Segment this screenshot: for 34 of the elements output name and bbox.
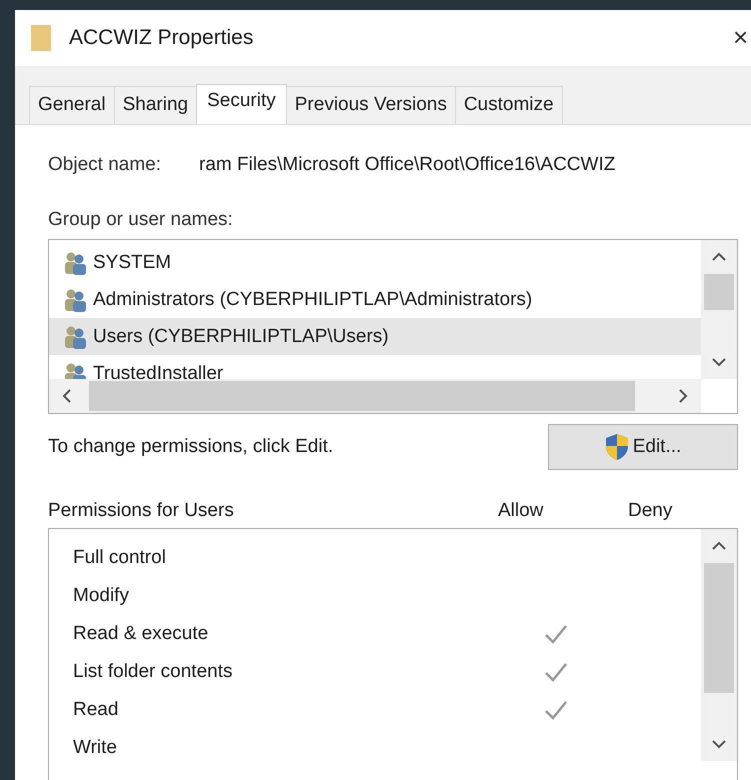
permission-name: Read & execute bbox=[73, 623, 210, 645]
permission-name: Read bbox=[73, 699, 120, 721]
users-icon bbox=[63, 286, 89, 312]
change-hint: To change permissions, click Edit. bbox=[48, 436, 334, 458]
permission-name: Full control bbox=[73, 547, 167, 569]
scrollbar-thumb[interactable] bbox=[704, 274, 734, 310]
edit-button[interactable]: Edit... bbox=[548, 424, 738, 470]
horizontal-scrollbar[interactable] bbox=[49, 379, 701, 413]
allow-header: Allow bbox=[498, 500, 544, 522]
permission-name: Modify bbox=[73, 585, 130, 607]
shield-icon bbox=[604, 433, 629, 461]
scrollbar-thumb[interactable] bbox=[704, 563, 734, 693]
scrollbar-thumb[interactable] bbox=[89, 381, 635, 411]
permissions-label: Permissions for Users bbox=[48, 500, 235, 522]
window-title: ACCWIZ Properties bbox=[69, 26, 254, 50]
close-button[interactable]: × bbox=[733, 22, 748, 53]
tab[interactable]: General bbox=[29, 86, 115, 124]
tab[interactable]: Previous Versions bbox=[286, 86, 456, 124]
folder-icon bbox=[31, 23, 51, 53]
deny-header: Deny bbox=[628, 500, 674, 522]
vertical-scrollbar[interactable] bbox=[701, 240, 737, 379]
tab[interactable]: Customize bbox=[454, 86, 563, 124]
object-name-value: ram Files\Microsoft Office\Root\Office16\ACCWIZ bbox=[199, 154, 616, 176]
group-list-label: Group or user names: bbox=[48, 209, 233, 230]
permission-name: Write bbox=[73, 737, 118, 759]
users-icon bbox=[63, 324, 89, 350]
user-list-item[interactable]: SYSTEM bbox=[49, 244, 701, 281]
user-list-item[interactable]: Users (CYBERPHILIPTLAP\Users) bbox=[49, 318, 701, 355]
permission-name: List folder contents bbox=[73, 661, 234, 683]
user-list-item[interactable]: Administrators (CYBERPHILIPTLAP\Administrators) bbox=[49, 281, 701, 318]
vertical-scrollbar[interactable] bbox=[701, 529, 737, 761]
object-name-label: Object name: bbox=[48, 154, 161, 176]
users-icon bbox=[63, 250, 89, 276]
tab[interactable]: Security bbox=[196, 84, 287, 124]
